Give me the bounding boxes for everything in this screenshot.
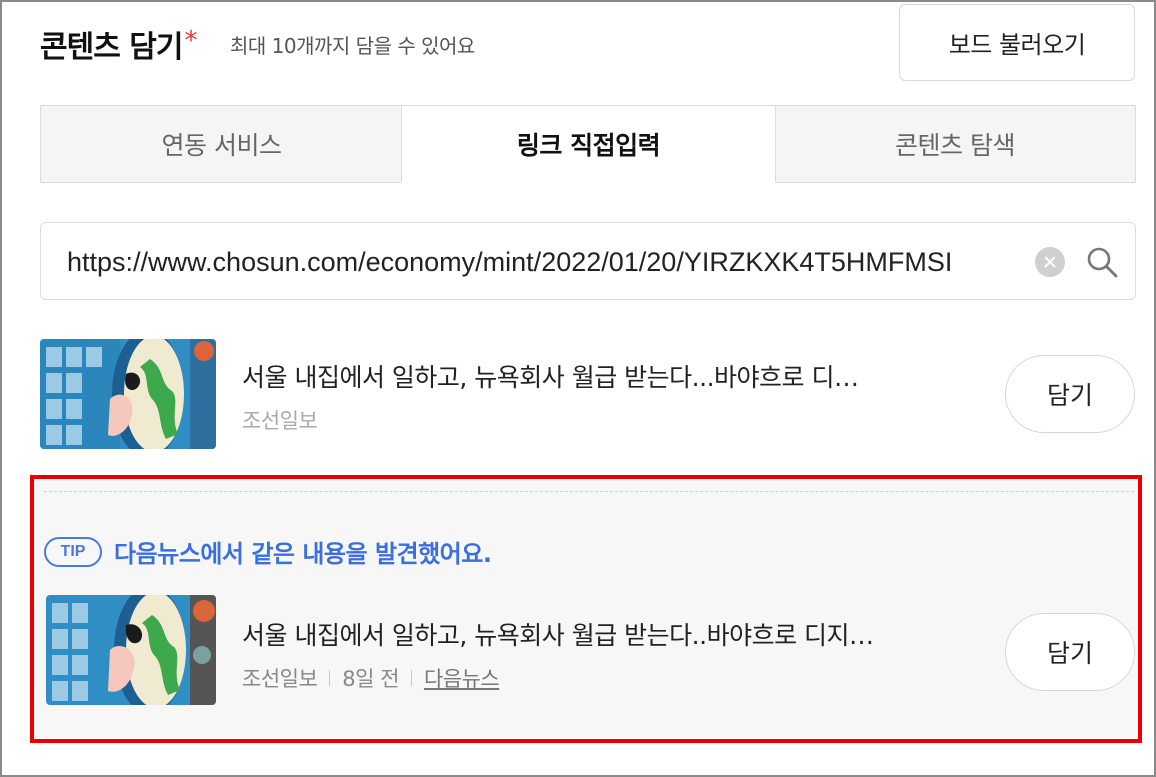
tip-message: 다음뉴스에서 같은 내용을 발견했어요. [114, 540, 492, 568]
load-board-button[interactable]: 보드 불러오기 [899, 4, 1135, 81]
meta-separator [410, 670, 412, 686]
tip-item-thumbnail[interactable] [46, 595, 216, 705]
tab-direct-link[interactable]: 링크 직접입력 [401, 105, 776, 183]
result-source: 조선일보 [242, 409, 318, 433]
add-tip-item-button[interactable]: 담기 [1005, 613, 1135, 691]
result-thumbnail[interactable] [40, 339, 216, 449]
article-illustration-image [46, 595, 216, 705]
link-input[interactable] [67, 243, 1027, 281]
tip-item-age: 8일 전 [342, 667, 399, 691]
search-icon[interactable] [1085, 245, 1119, 279]
tip-badge: TIP [44, 537, 102, 567]
tab-bar: 연동 서비스 콘텐츠 탐색 링크 직접입력 [40, 105, 1136, 183]
tab-linked-services[interactable]: 연동 서비스 [40, 105, 402, 183]
result-title[interactable]: 서울 내집에서 일하고, 뉴욕회사 월급 받는다...바야흐로 디… [242, 358, 859, 394]
tip-item-source: 조선일보 [242, 667, 318, 691]
clear-icon[interactable] [1035, 247, 1065, 277]
article-illustration-image [40, 339, 216, 449]
required-mark: * [184, 26, 197, 56]
header-description: 최대 10개까지 담을 수 있어요 [230, 34, 475, 58]
tab-content-explore[interactable]: 콘텐츠 탐색 [775, 105, 1136, 183]
link-search-box [40, 222, 1136, 300]
page-title-text: 콘텐츠 담기 [40, 30, 183, 65]
meta-separator [329, 670, 331, 686]
tip-section: TIP 다음뉴스에서 같은 내용을 발견했어요. 서울 내집에서 일하고, 뉴욕… [30, 475, 1142, 743]
tip-item-origin-link[interactable]: 다음뉴스 [424, 663, 500, 693]
add-result-button[interactable]: 담기 [1005, 355, 1135, 433]
page-title: 콘텐츠 담기* [40, 22, 197, 66]
tip-divider [44, 491, 1134, 492]
tip-item-meta: 조선일보 8일 전 다음뉴스 [242, 663, 500, 693]
tip-item-title[interactable]: 서울 내집에서 일하고, 뉴욕회사 월급 받는다..바야흐로 디지… [242, 616, 874, 652]
